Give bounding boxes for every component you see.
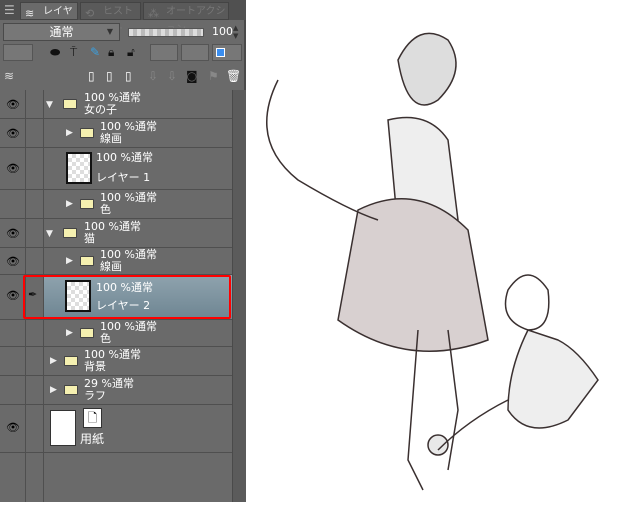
canvas-artwork: [248, 0, 636, 502]
layer-name: 女の子: [84, 103, 117, 116]
opacity-value[interactable]: 100: [212, 25, 233, 38]
tab-layer[interactable]: ≋レイヤー: [20, 2, 78, 35]
folder-icon: [80, 256, 94, 266]
layer-opacity-mode: 100 %通常: [96, 151, 153, 164]
layer-row[interactable]: ▶ 100 %通常 色: [0, 190, 232, 219]
expand-triangle-icon[interactable]: ▶: [50, 356, 57, 366]
new-raster-layer-icon[interactable]: ▯: [88, 68, 95, 84]
new-vector-layer-icon[interactable]: ▯: [106, 68, 113, 84]
eye-icon[interactable]: 👁︎: [6, 289, 20, 302]
delete-layer-icon[interactable]: 🗑︎: [226, 68, 241, 84]
lock-transparency-icon[interactable]: 🔓︎: [127, 44, 135, 60]
layer-row[interactable]: ▶ 100 %通常 背景: [0, 347, 232, 376]
layer-row[interactable]: 👁︎ ▼ 100 %通常 猫: [0, 219, 232, 248]
eye-icon[interactable]: 👁︎: [6, 162, 20, 175]
layer-row-paper[interactable]: 👁︎ 🗋 用紙: [0, 405, 232, 453]
folder-icon: [80, 128, 94, 138]
eye-icon[interactable]: 👁︎: [6, 98, 20, 111]
layer-name: 線画: [100, 260, 122, 273]
layers-icon: ≋: [4, 69, 15, 83]
expression-color-select[interactable]: [3, 44, 33, 61]
folder-open-icon: [63, 99, 77, 109]
expand-triangle-icon[interactable]: ▶: [50, 385, 57, 395]
layer-list-scrollbar[interactable]: [232, 90, 246, 502]
paper-thumbnail: [50, 410, 76, 446]
eye-icon[interactable]: 👁︎: [6, 421, 20, 434]
folder-icon: [80, 328, 94, 338]
opacity-slider[interactable]: [128, 28, 204, 37]
tab-history[interactable]: ⟲ヒストリー: [80, 2, 141, 35]
character-sketch-illustration: [266, 32, 599, 491]
opacity-spinner[interactable]: ▲ ▼: [233, 24, 238, 40]
layer-panel: ☰ ≋レイヤー ⟲ヒストリー ⁂オートアクション 通常▼ 100 ▲▼ ⬬ ⍑ …: [0, 0, 246, 502]
layer-name: 背景: [84, 360, 106, 373]
transfer-down-icon[interactable]: ⇩: [148, 68, 158, 84]
selected-layer-highlight: [23, 275, 231, 319]
paper-icon: 🗋: [83, 408, 102, 428]
layer-thumbnail: [66, 152, 92, 184]
eye-icon[interactable]: 👁︎: [6, 127, 20, 140]
lock-icon[interactable]: 🔒︎: [108, 44, 114, 60]
layer-name: 用紙: [80, 432, 105, 446]
layer-name: 色: [100, 203, 111, 216]
blend-mode-select[interactable]: 通常 ▼: [3, 23, 120, 41]
layers-icon: ≋: [25, 7, 35, 20]
layer-row[interactable]: ▶ 29 %通常 ラフ: [0, 376, 232, 405]
layer-name: 線画: [100, 132, 122, 145]
layer-name: 色: [100, 332, 111, 345]
layer-list: 👁︎ ▼ 100 %通常 女の子 👁︎ ▶ 100 %通常 線画 👁︎ 100 …: [0, 90, 232, 502]
layer-row[interactable]: 👁︎ 100 %通常 レイヤー 1: [0, 148, 232, 190]
folder-icon: [64, 356, 78, 366]
merge-down-icon[interactable]: ⇩: [167, 68, 177, 84]
blend-mode-value: 通常: [49, 25, 74, 39]
layer-name: ラフ: [84, 389, 106, 402]
layer-row[interactable]: 👁︎ ▶ 100 %通常 線画: [0, 248, 232, 275]
layer-color-icon[interactable]: ✎: [90, 44, 100, 60]
expand-triangle-icon[interactable]: ▶: [66, 328, 73, 338]
auto-action-icon: ⁂: [148, 7, 159, 20]
expand-triangle-icon[interactable]: ▶: [66, 256, 73, 266]
chevron-down-icon: ▼: [106, 27, 113, 36]
reference-layer-icon[interactable]: ⬬: [50, 44, 60, 60]
collapse-triangle-icon[interactable]: ▼: [46, 229, 53, 239]
layer-row[interactable]: 👁︎ ▼ 100 %通常 女の子: [0, 90, 232, 119]
layer-name: 猫: [84, 232, 95, 245]
mask-icon[interactable]: [181, 44, 209, 61]
panel-menu-icon[interactable]: ☰: [4, 2, 15, 18]
panel-tabs: ☰ ≋レイヤー ⟲ヒストリー ⁂オートアクション: [0, 0, 246, 35]
folder-icon: [64, 385, 78, 395]
create-mask-icon[interactable]: ◙: [186, 68, 198, 84]
eye-icon[interactable]: 👁︎: [6, 255, 20, 268]
layer-name: レイヤー 1: [96, 171, 151, 184]
history-icon: ⟲: [85, 7, 95, 20]
layer-row[interactable]: 👁︎ ▶ 100 %通常 線画: [0, 119, 232, 148]
folder-icon: [80, 199, 94, 209]
expand-triangle-icon[interactable]: ▶: [66, 128, 73, 138]
folder-open-icon: [63, 228, 77, 238]
draft-layer-icon[interactable]: ⍑: [70, 44, 77, 60]
apply-mask-icon[interactable]: ⚑: [208, 68, 219, 84]
tab-auto-action[interactable]: ⁂オートアクション: [143, 2, 229, 35]
new-folder-icon[interactable]: ▯: [125, 68, 132, 84]
layer-color-swatch[interactable]: [212, 44, 242, 61]
expand-triangle-icon[interactable]: ▶: [66, 199, 73, 209]
eye-icon[interactable]: 👁︎: [6, 227, 20, 240]
layer-row[interactable]: ▶ 100 %通常 色: [0, 320, 232, 347]
clip-icon[interactable]: [150, 44, 178, 61]
collapse-triangle-icon[interactable]: ▼: [46, 100, 53, 110]
